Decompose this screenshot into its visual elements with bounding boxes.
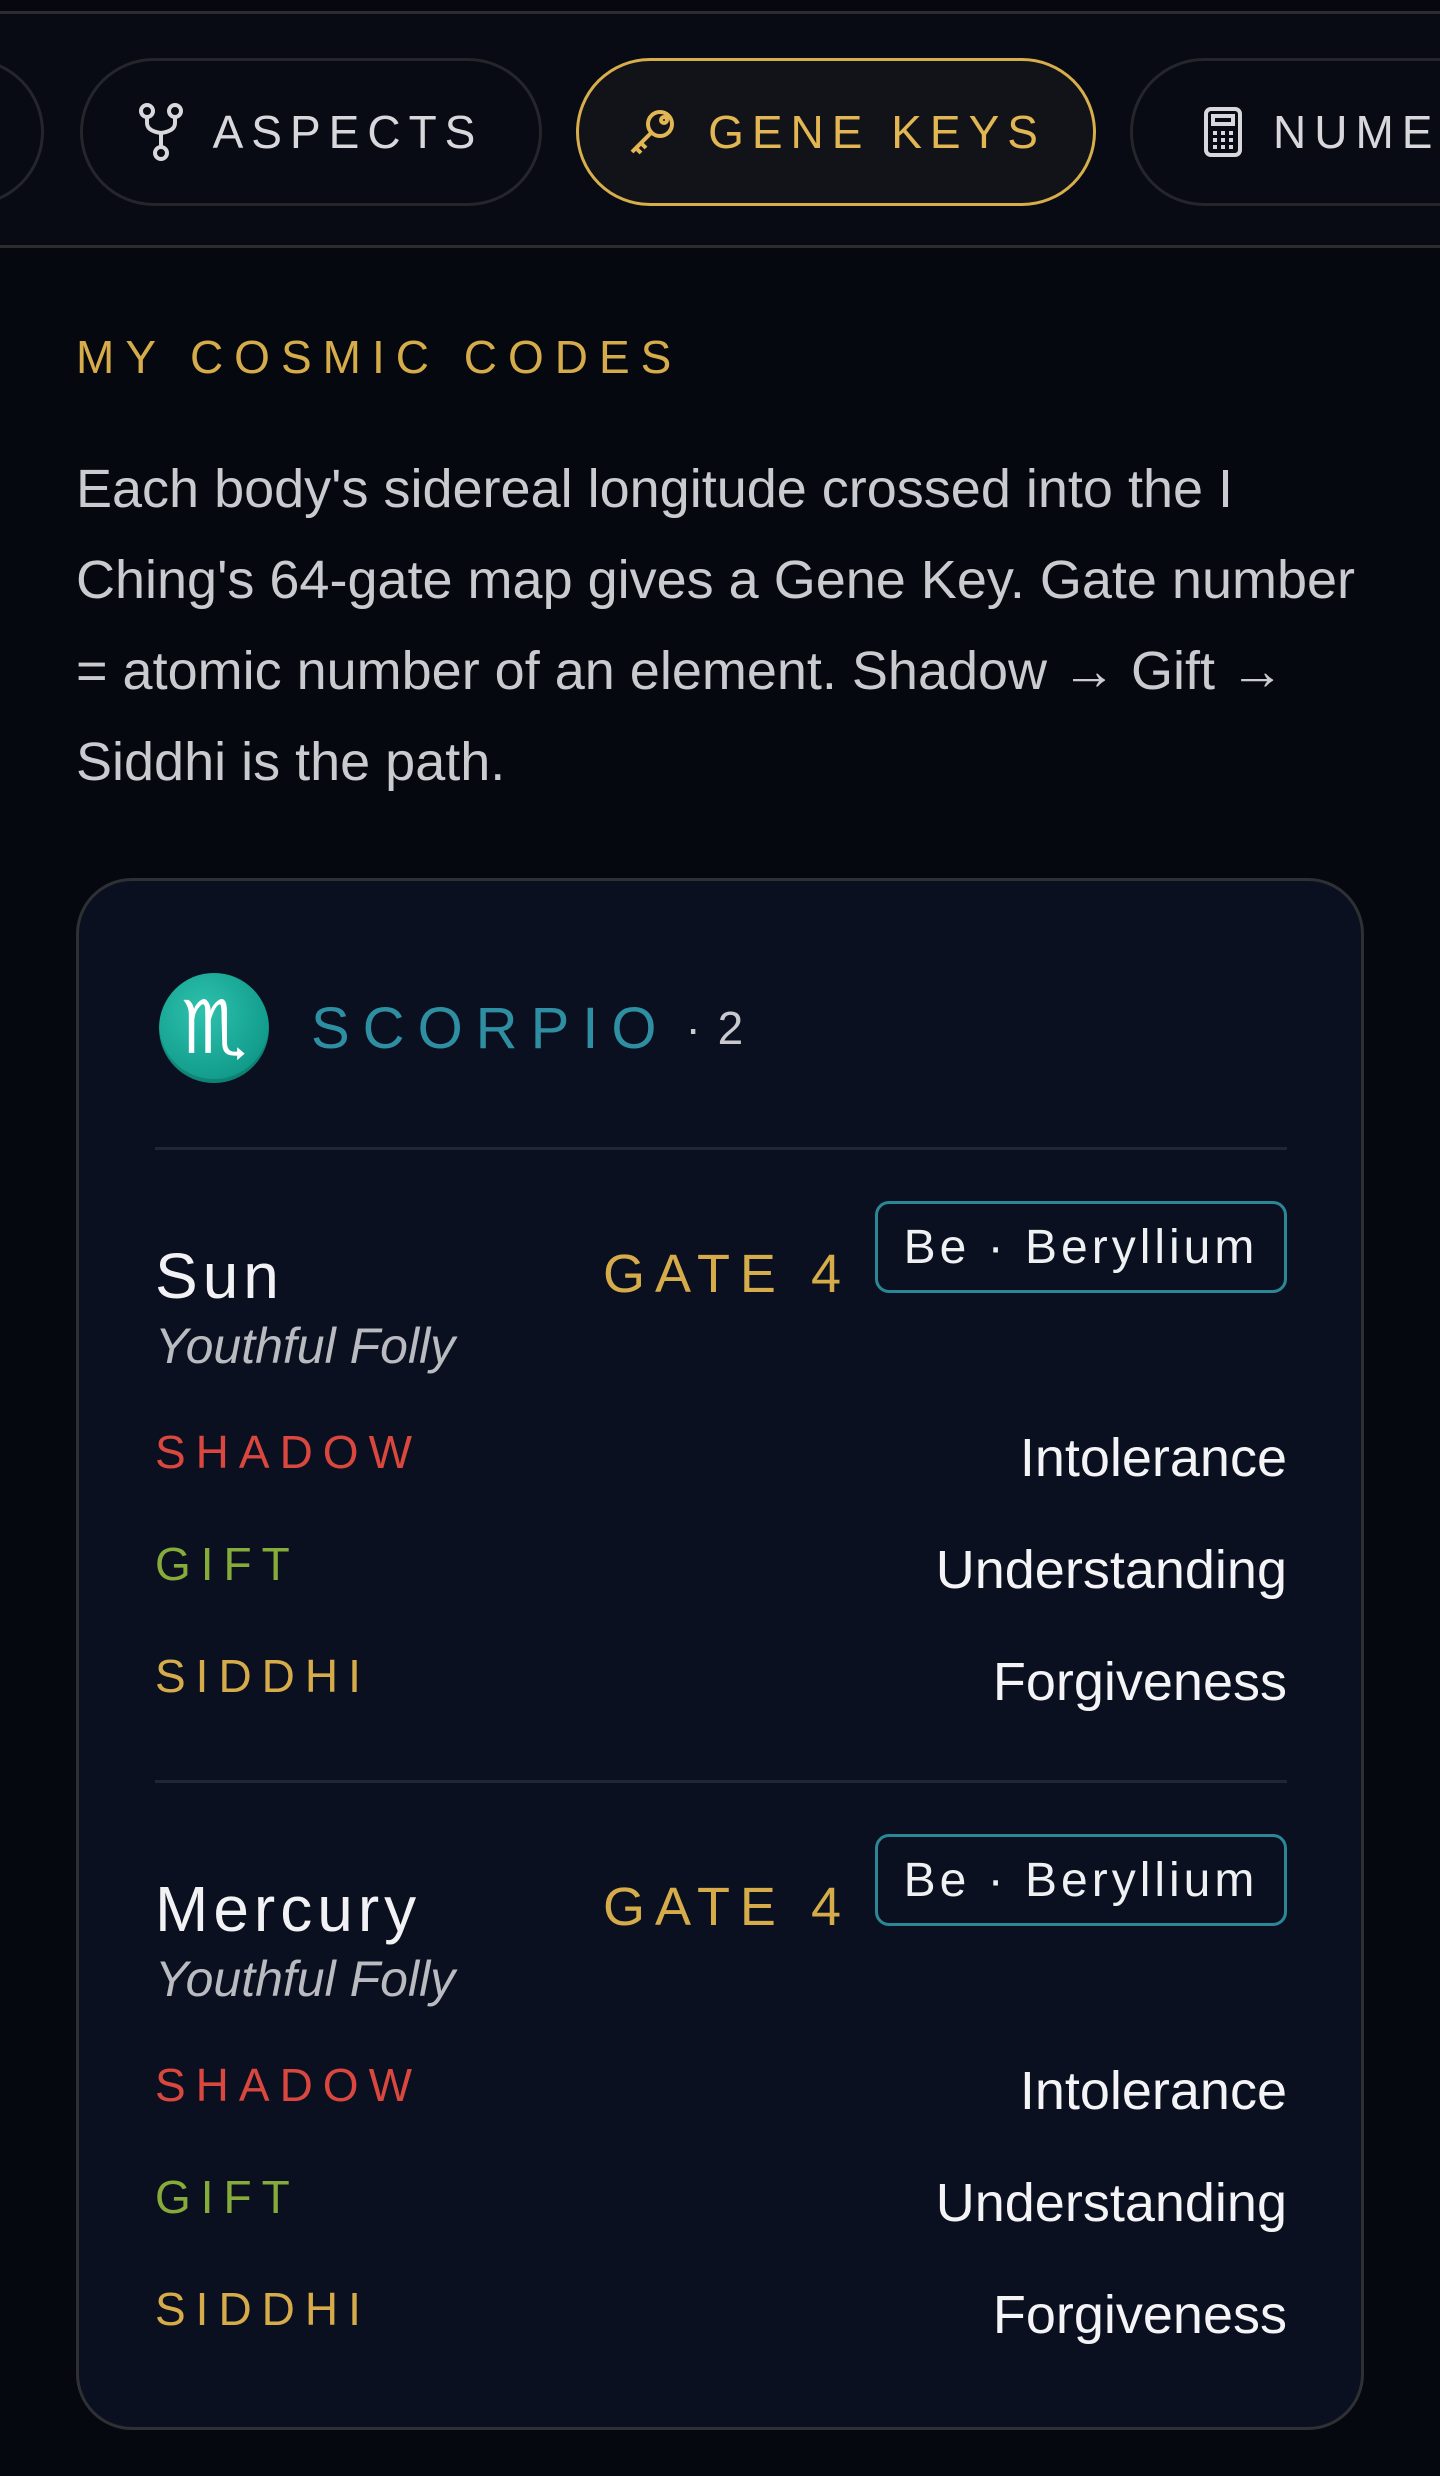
element-badge: Be · Beryllium xyxy=(875,1834,1287,1926)
tab-numerology-label: NUME xyxy=(1273,106,1440,158)
siddhi-value: Forgiveness xyxy=(992,1652,1287,1712)
section-title: MY COSMIC CODES xyxy=(76,331,683,383)
siddhi-label: SIDDHI xyxy=(155,1650,371,1702)
tab-gene-keys-label: GENE KEYS xyxy=(708,106,1046,158)
key-icon xyxy=(626,106,678,158)
gate-name: Youthful Folly xyxy=(155,1951,456,2007)
top-divider xyxy=(0,0,1440,14)
sign-count: · 2 xyxy=(685,1002,746,1054)
tab-previous[interactable] xyxy=(0,58,44,206)
tab-numerology[interactable]: NUME xyxy=(1130,58,1440,206)
sign-header: ♏ SCORPIO · 2 xyxy=(159,973,745,1083)
tab-aspects[interactable]: ASPECTS xyxy=(80,58,542,206)
sign-name: SCORPIO xyxy=(311,995,670,1061)
tab-aspects-label: ASPECTS xyxy=(212,106,484,158)
element-badge: Be · Beryllium xyxy=(875,1201,1287,1293)
planet-name: Sun xyxy=(155,1240,284,1312)
scorpio-icon: ♏ xyxy=(159,973,269,1083)
shadow-value: Intolerance xyxy=(1019,1428,1287,1488)
gift-label: GIFT xyxy=(155,1538,300,1590)
shadow-label: SHADOW xyxy=(155,2059,422,2111)
sign-card: ♏ SCORPIO · 2 Sun GATE 4 Be · Beryllium … xyxy=(76,878,1364,2430)
section-intro: Each body's sidereal longitude crossed i… xyxy=(76,459,1356,792)
calculator-icon xyxy=(1203,106,1243,158)
gift-value: Understanding xyxy=(935,2173,1287,2233)
shadow-value: Intolerance xyxy=(1019,2061,1287,2121)
card-divider xyxy=(155,1780,1287,1783)
siddhi-value: Forgiveness xyxy=(992,2285,1287,2345)
siddhi-label: SIDDHI xyxy=(155,2283,371,2335)
gift-label: GIFT xyxy=(155,2171,300,2223)
gate-name: Youthful Folly xyxy=(155,1318,456,1374)
tab-bar[interactable]: ASPECTS GENE KEYS NUME xyxy=(0,14,1440,248)
gate-number: GATE 4 xyxy=(602,1244,851,1304)
gift-value: Understanding xyxy=(935,1540,1287,1600)
fork-icon xyxy=(138,103,183,161)
gate-number: GATE 4 xyxy=(602,1877,851,1937)
planet-name: Mercury xyxy=(155,1873,422,1945)
shadow-label: SHADOW xyxy=(155,1426,422,1478)
tab-gene-keys[interactable]: GENE KEYS xyxy=(576,58,1096,206)
card-divider xyxy=(155,1147,1287,1150)
planet-entry: Mercury GATE 4 Be · Beryllium Youthful F… xyxy=(155,1834,1287,2394)
planet-entry: Sun GATE 4 Be · Beryllium Youthful Folly… xyxy=(155,1201,1287,1761)
